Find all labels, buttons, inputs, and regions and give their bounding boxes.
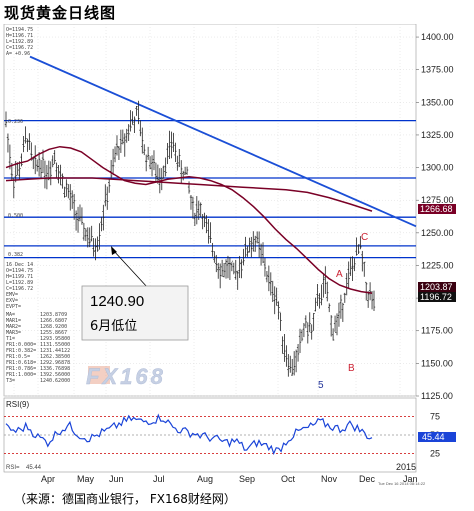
month-label: Jun [109, 474, 124, 484]
month-label: Apr [41, 474, 55, 484]
ohlc-header: O=1194.75 H=1196.71 L=1192.89 C=1196.72 … [6, 27, 33, 57]
indicator-label: T3= [6, 378, 15, 384]
wave-label-c: C [361, 232, 368, 243]
ma2-badge-value: 1203.87 [420, 282, 453, 292]
rsi-tick-label: 75 [430, 412, 440, 422]
fib-label-500: 0.500 [8, 213, 23, 219]
rsi-tick-label: 25 [430, 449, 440, 459]
month-label: Oct [281, 474, 296, 484]
price-tick-label: 1300.00 [421, 163, 454, 173]
rsi-footer-label: RSI= [6, 465, 20, 471]
price-tick-label: 1225.00 [421, 260, 454, 270]
annotation-label: 6月低位 [90, 319, 137, 334]
close-badge-value: 1196.72 [420, 292, 452, 302]
price-tick-label: 1325.00 [421, 130, 454, 140]
info-evpt: EVPT= [6, 304, 21, 310]
source-caption: （来源：德国商业银行， FX168财经网） [14, 492, 236, 506]
price-tick-label: 1175.00 [421, 326, 453, 336]
wave-label-5: 5 [318, 380, 324, 391]
watermark-text: FX168 [86, 364, 166, 389]
fib-label-382: 0.382 [8, 252, 23, 258]
indicator-value: 1240.62000 [40, 378, 70, 384]
gold-daily-chart: O=1194.75 H=1196.71 L=1192.89 C=1196.72 … [3, 24, 456, 486]
month-label: Aug [197, 474, 213, 484]
fx168-watermark: FX168 [86, 364, 166, 389]
price-tick-label: 1375.00 [421, 65, 454, 75]
month-label: Sep [239, 474, 255, 484]
price-tick-label: 1350.00 [421, 97, 454, 107]
price-badges: 1266.68 1203.87 1196.72 [418, 204, 456, 302]
month-label: May [77, 474, 95, 484]
ohlc-change: A= +0.96 [6, 51, 30, 57]
month-label: Nov [321, 474, 338, 484]
chart-timestamp: Tue Dec 16 2014 08:14:22 [378, 481, 426, 486]
price-tick-label: 1250.00 [421, 228, 454, 238]
rsi-label: RSI(9) [6, 400, 29, 409]
month-label: Jul [153, 474, 165, 484]
chart-title: 现货黄金日线图 [4, 4, 117, 22]
price-tick-label: 1125.00 [421, 391, 453, 401]
price-tick-label: 1400.00 [421, 32, 454, 42]
wave-label-b: B [348, 363, 355, 374]
annotation-value: 1240.90 [90, 293, 144, 310]
month-label: Dec [359, 474, 376, 484]
fib-label-236: 0.236 [8, 119, 23, 125]
wave-label-a: A [336, 269, 343, 280]
price-axis: 1125.001150.001175.001200.001225.001250.… [416, 32, 454, 401]
rsi-footer-value: 45.44 [26, 465, 42, 471]
rsi-badge-value: 45.44 [422, 432, 445, 442]
price-tick-label: 1150.00 [421, 358, 453, 368]
month-axis: Apr May Jun Jul Aug Sep Oct Nov Dec Jan [41, 474, 418, 484]
ma-badge-value: 1266.68 [420, 204, 453, 214]
year-label: 2015 [396, 462, 416, 472]
